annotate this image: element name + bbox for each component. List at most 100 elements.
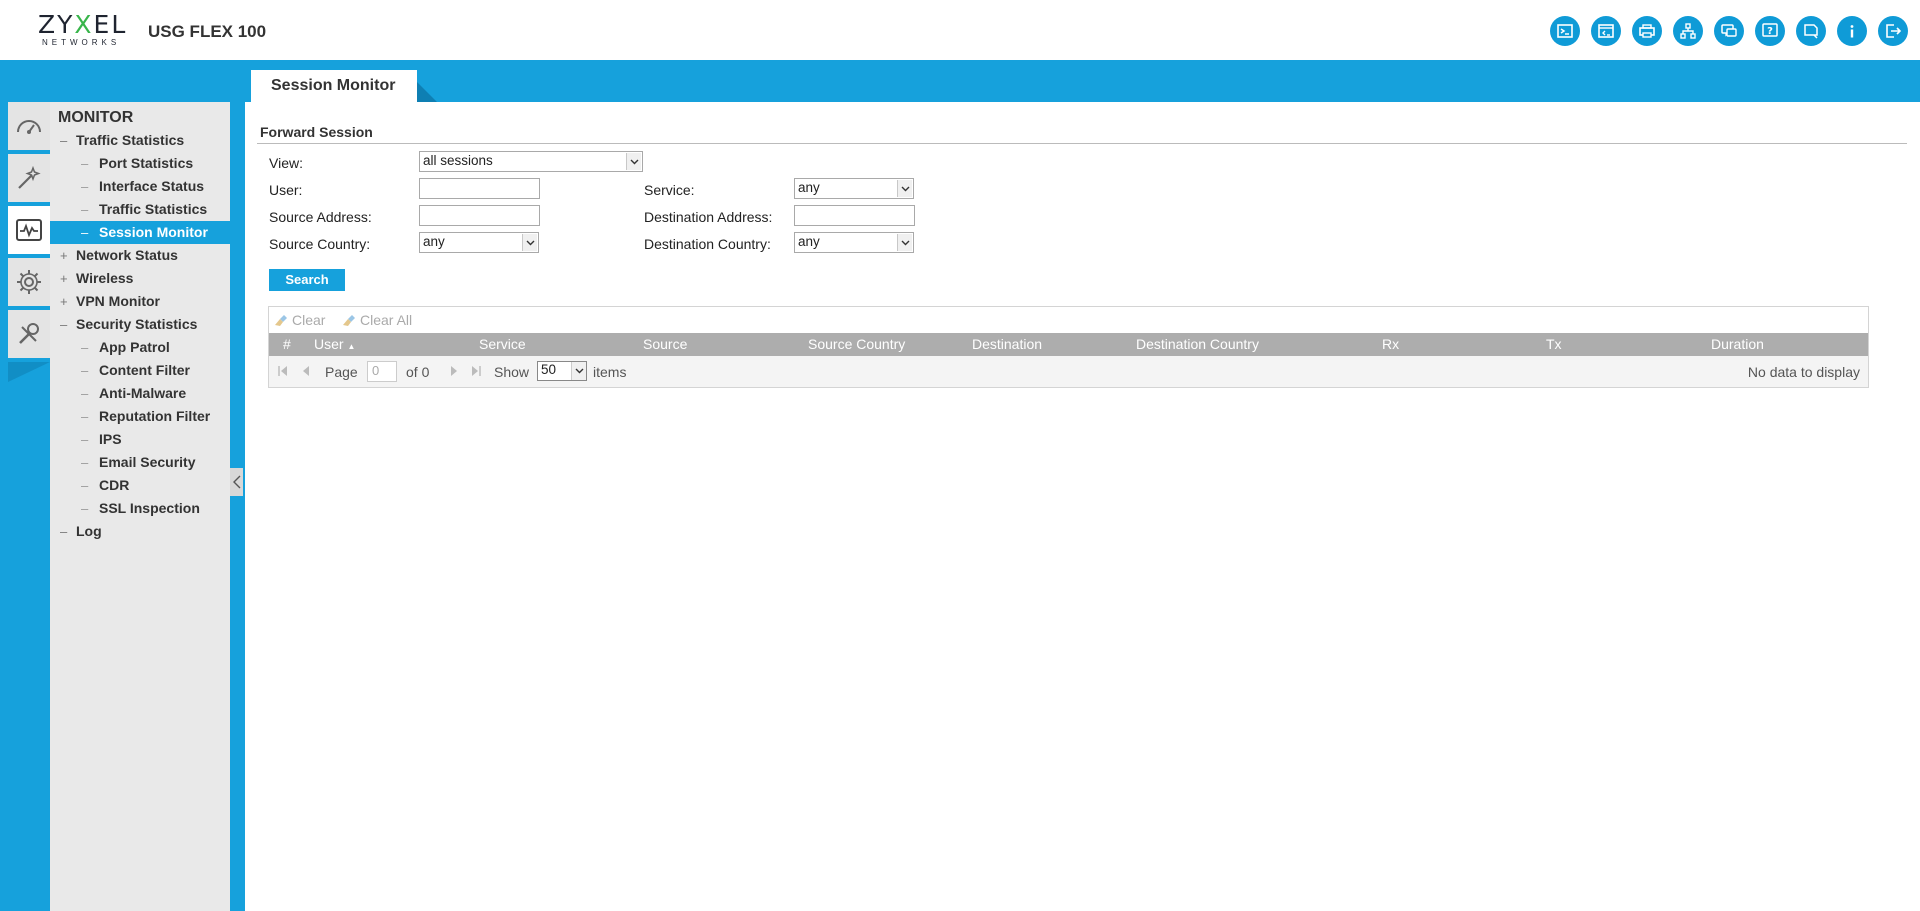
network-map-icon[interactable] — [1673, 16, 1703, 46]
tab-slant — [417, 82, 437, 102]
column-destination-country[interactable]: Destination Country — [1136, 336, 1259, 352]
user-input[interactable] — [419, 178, 540, 199]
message-icon[interactable] — [1714, 16, 1744, 46]
chevron-down-icon — [897, 180, 912, 197]
monitor-icon[interactable] — [8, 206, 50, 254]
nav-title: MONITOR — [58, 109, 134, 126]
dashboard-icon[interactable] — [8, 102, 50, 150]
nav-item-security-statistics[interactable]: – Security Statistics — [50, 313, 230, 336]
destination-country-label: Destination Country: — [644, 236, 771, 252]
print-icon[interactable] — [1632, 16, 1662, 46]
nav-item-network-status[interactable]: + Network Status — [50, 244, 230, 267]
tree-line-icon: – — [81, 202, 89, 217]
destination-address-input[interactable] — [794, 205, 915, 226]
search-button[interactable]: Search — [269, 269, 345, 291]
nav-item-port-statistics[interactable]: – Port Statistics — [50, 152, 230, 175]
nav-item-label: Log — [76, 523, 102, 539]
chevron-down-icon — [571, 362, 586, 380]
nav-item-wireless[interactable]: + Wireless — [50, 267, 230, 290]
help-icon[interactable]: ? — [1755, 16, 1785, 46]
grid-header: # User ▲ Service Source Source Country D… — [269, 333, 1868, 356]
tab-session-monitor[interactable]: Session Monitor — [251, 70, 417, 102]
clear-all-button[interactable]: Clear All — [342, 312, 412, 328]
nav-item-app-patrol[interactable]: – App Patrol — [50, 336, 230, 359]
view-select[interactable]: all sessions — [419, 151, 643, 172]
service-select[interactable]: any — [794, 178, 914, 199]
column-rx[interactable]: Rx — [1382, 336, 1399, 352]
column-destination[interactable]: Destination — [972, 336, 1042, 352]
nav-item-ssl-inspection[interactable]: – SSL Inspection — [50, 497, 230, 520]
tree-line-icon: – — [81, 386, 89, 401]
column-tx[interactable]: Tx — [1546, 336, 1562, 352]
column-duration[interactable]: Duration — [1711, 336, 1764, 352]
view-label: View: — [269, 155, 303, 171]
wizard-icon[interactable] — [8, 154, 50, 202]
tree-line-icon: – — [81, 455, 89, 470]
chat-icon[interactable] — [1796, 16, 1826, 46]
nav-item-content-filter[interactable]: – Content Filter — [50, 359, 230, 382]
column-source[interactable]: Source — [643, 336, 687, 352]
service-label: Service: — [644, 182, 695, 198]
logout-icon[interactable] — [1878, 16, 1908, 46]
page-label: Page — [325, 364, 358, 380]
grid-pager: Page 0 of 0 Show 50 items No data to dis… — [269, 356, 1868, 387]
tree-line-icon: – — [81, 340, 89, 355]
nav-item-cdr[interactable]: – CDR — [50, 474, 230, 497]
info-icon[interactable] — [1837, 16, 1867, 46]
expand-icon[interactable]: + — [60, 244, 68, 267]
tree-line-icon: – — [81, 225, 89, 240]
destination-country-select[interactable]: any — [794, 232, 914, 253]
nav-item-label: Wireless — [76, 270, 134, 286]
collapse-sidebar-button[interactable] — [230, 468, 243, 496]
show-label: Show — [494, 364, 530, 380]
column-source-country[interactable]: Source Country — [808, 336, 905, 352]
tree-line-icon[interactable]: – — [60, 520, 67, 543]
source-address-input[interactable] — [419, 205, 540, 226]
nav-item-log[interactable]: – Log — [50, 520, 230, 543]
tree-line-icon: – — [81, 501, 89, 516]
page-size-select[interactable]: 50 — [537, 361, 587, 381]
menu-rail — [8, 102, 50, 382]
nav-item-label: Session Monitor — [99, 224, 208, 240]
tree-line-icon[interactable]: – — [60, 129, 67, 152]
nav-item-session-monitor[interactable]: – Session Monitor — [50, 221, 230, 244]
column-user[interactable]: User ▲ — [314, 336, 355, 352]
chevron-left-icon — [232, 475, 240, 489]
console-icon[interactable] — [1550, 16, 1580, 46]
cli-icon[interactable] — [1591, 16, 1621, 46]
nav-item-traffic-statistics[interactable]: – Traffic Statistics — [50, 129, 230, 152]
nav-item-label: IPS — [99, 431, 122, 447]
page-number-input[interactable]: 0 — [367, 361, 397, 382]
maintenance-icon[interactable] — [8, 310, 50, 358]
column-service[interactable]: Service — [479, 336, 526, 352]
tree-line-icon[interactable]: – — [60, 313, 67, 336]
nav-item-label: Traffic Statistics — [76, 132, 185, 148]
first-page-icon[interactable] — [277, 365, 289, 377]
device-model: USG FLEX 100 — [148, 22, 267, 41]
configuration-icon[interactable] — [8, 258, 50, 306]
nav-item-reputation-filter[interactable]: – Reputation Filter — [50, 405, 230, 428]
nav-item-label: CDR — [99, 477, 130, 493]
column-index[interactable]: # — [283, 336, 291, 352]
nav-item-email-security[interactable]: – Email Security — [50, 451, 230, 474]
clear-button[interactable]: Clear — [274, 312, 325, 328]
nav-item-vpn-monitor[interactable]: + VPN Monitor — [50, 290, 230, 313]
nav-item-anti-malware[interactable]: – Anti-Malware — [50, 382, 230, 405]
last-page-icon[interactable] — [470, 365, 482, 377]
next-page-icon[interactable] — [449, 365, 459, 377]
nav-item-label: Anti-Malware — [99, 385, 187, 401]
top-toolbar: ? — [1550, 16, 1908, 46]
previous-page-icon[interactable] — [301, 365, 311, 377]
nav-item-ips[interactable]: – IPS — [50, 428, 230, 451]
nav-item-traffic-statistics[interactable]: – Traffic Statistics — [50, 198, 230, 221]
grid-toolbar: Clear Clear All — [269, 307, 1868, 333]
tree-line-icon: – — [81, 156, 89, 171]
page-count: of 0 — [406, 364, 430, 380]
source-address-label: Source Address: — [269, 209, 372, 225]
nav-item-interface-status[interactable]: – Interface Status — [50, 175, 230, 198]
expand-icon[interactable]: + — [60, 290, 68, 313]
section-title: Forward Session — [260, 124, 373, 140]
source-country-select[interactable]: any — [419, 232, 539, 253]
expand-icon[interactable]: + — [60, 267, 68, 290]
chevron-down-icon — [626, 153, 641, 170]
